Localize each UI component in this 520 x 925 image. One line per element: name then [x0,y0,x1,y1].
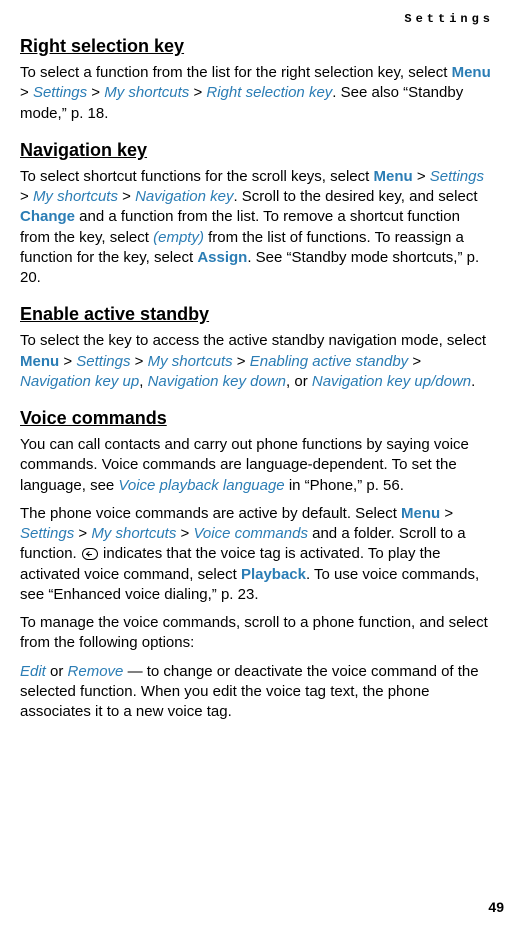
para-rsk: To select a function from the list for t… [20,63,494,124]
kw-playback: Playback [241,566,306,583]
page-header: Settings [20,12,494,26]
kw-change: Change [20,208,75,225]
heading-voice-commands: Voice commands [20,408,494,429]
text: . Scroll to the desired key, and select [233,188,477,205]
ki-myshortcuts: My shortcuts [104,84,189,101]
ki-nkd: Navigation key down [148,373,286,390]
text: > [440,505,453,522]
para-vc1: You can call contacts and carry out phon… [20,435,494,496]
kw-menu: Menu [401,505,440,522]
ki-settings: Settings [20,525,74,542]
kw-menu: Menu [452,64,491,81]
text: > [176,525,193,542]
text: or [46,663,68,680]
text: > [59,353,76,370]
ki-myshortcuts: My shortcuts [148,353,233,370]
text: > [130,353,147,370]
ki-eas: Enabling active standby [250,353,408,370]
heading-enable-active-standby: Enable active standby [20,304,494,325]
text: , [139,373,147,390]
text: > [74,525,91,542]
text: To select the key to access the active s… [20,332,486,349]
ki-empty: (empty) [153,229,204,246]
text: > [20,84,33,101]
ki-myshortcuts: My shortcuts [91,525,176,542]
heading-navigation-key: Navigation key [20,140,494,161]
text: The phone voice commands are active by d… [20,505,401,522]
text: > [408,353,421,370]
ki-settings: Settings [76,353,130,370]
ki-nku: Navigation key up [20,373,139,390]
ki-myshortcuts: My shortcuts [33,188,118,205]
ki-settings: Settings [33,84,87,101]
kw-assign: Assign [197,249,247,266]
ki-remove: Remove [68,663,124,680]
text: To select shortcut functions for the scr… [20,168,373,185]
para-vc2: The phone voice commands are active by d… [20,504,494,605]
ki-navkey: Navigation key [135,188,233,205]
text: . [471,373,475,390]
page-number: 49 [488,899,504,915]
text: > [413,168,430,185]
para-eas: To select the key to access the active s… [20,331,494,392]
text: To select a function from the list for t… [20,64,452,81]
ki-edit: Edit [20,663,46,680]
ki-settings: Settings [430,168,484,185]
text: > [118,188,135,205]
kw-menu: Menu [20,353,59,370]
ki-nkud: Navigation key up/down [312,373,471,390]
kw-menu: Menu [373,168,412,185]
text: in “Phone,” p. 56. [285,477,404,494]
ki-rsk: Right selection key [206,84,332,101]
text: , or [286,373,312,390]
para-vc3: To manage the voice commands, scroll to … [20,613,494,654]
para-vc4: Edit or Remove — to change or deactivate… [20,662,494,723]
ki-vpl: Voice playback language [118,477,284,494]
text: > [233,353,250,370]
text: > [87,84,104,101]
para-navkey: To select shortcut functions for the scr… [20,167,494,289]
ki-voicecommands: Voice commands [193,525,308,542]
heading-right-selection-key: Right selection key [20,36,494,57]
voice-tag-icon [82,548,98,560]
text: > [189,84,206,101]
text: > [20,188,33,205]
